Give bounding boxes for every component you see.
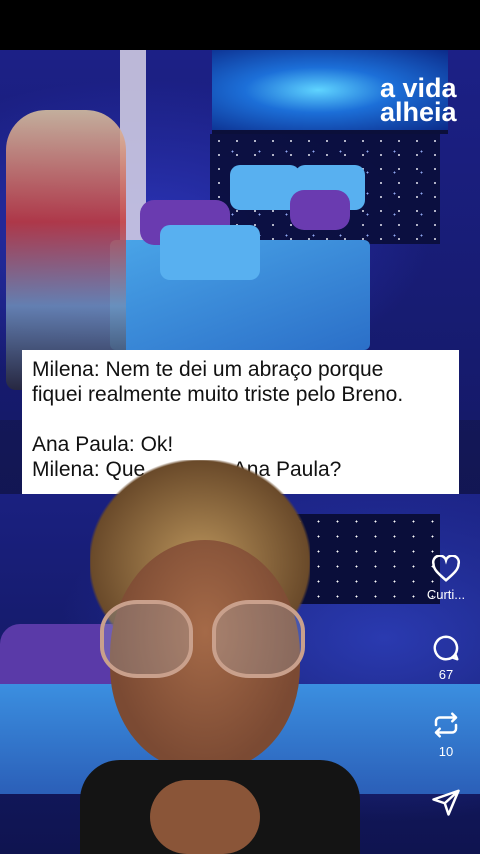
presenter-webcam: [80, 460, 390, 854]
like-button[interactable]: Curti...: [412, 555, 480, 602]
subtitle-line: fiquei realmente muito triste pelo Breno…: [32, 383, 404, 406]
subtitle-line: Milena: Nem te dei um abraço porque: [32, 358, 384, 381]
channel-watermark: a vida alheia: [380, 75, 457, 127]
repost-button[interactable]: 10: [412, 710, 480, 759]
video-player[interactable]: a vida alheia Milena: Nem te dei um abra…: [0, 50, 480, 854]
purple-blanket: [290, 190, 350, 230]
repost-count: 10: [438, 744, 454, 759]
subtitle-line: Ana Paula: Ok!: [32, 433, 174, 456]
repost-arrows-icon: [434, 712, 458, 738]
glasses-left-lens: [100, 600, 193, 678]
comment-count: 67: [438, 667, 454, 682]
hugging-people: [6, 110, 126, 390]
comment-bubble-icon: [433, 635, 459, 661]
comment-button[interactable]: 67: [412, 633, 480, 682]
pillow: [160, 225, 260, 280]
top-letterbox: [0, 0, 480, 50]
watermark-line2: alheia: [380, 97, 457, 127]
glasses-right-lens: [212, 600, 305, 678]
share-button[interactable]: [412, 787, 480, 817]
send-icon: [432, 789, 460, 816]
presenter-hand: [150, 780, 260, 854]
heart-icon: [431, 555, 461, 582]
like-label: Curti...: [426, 587, 466, 602]
